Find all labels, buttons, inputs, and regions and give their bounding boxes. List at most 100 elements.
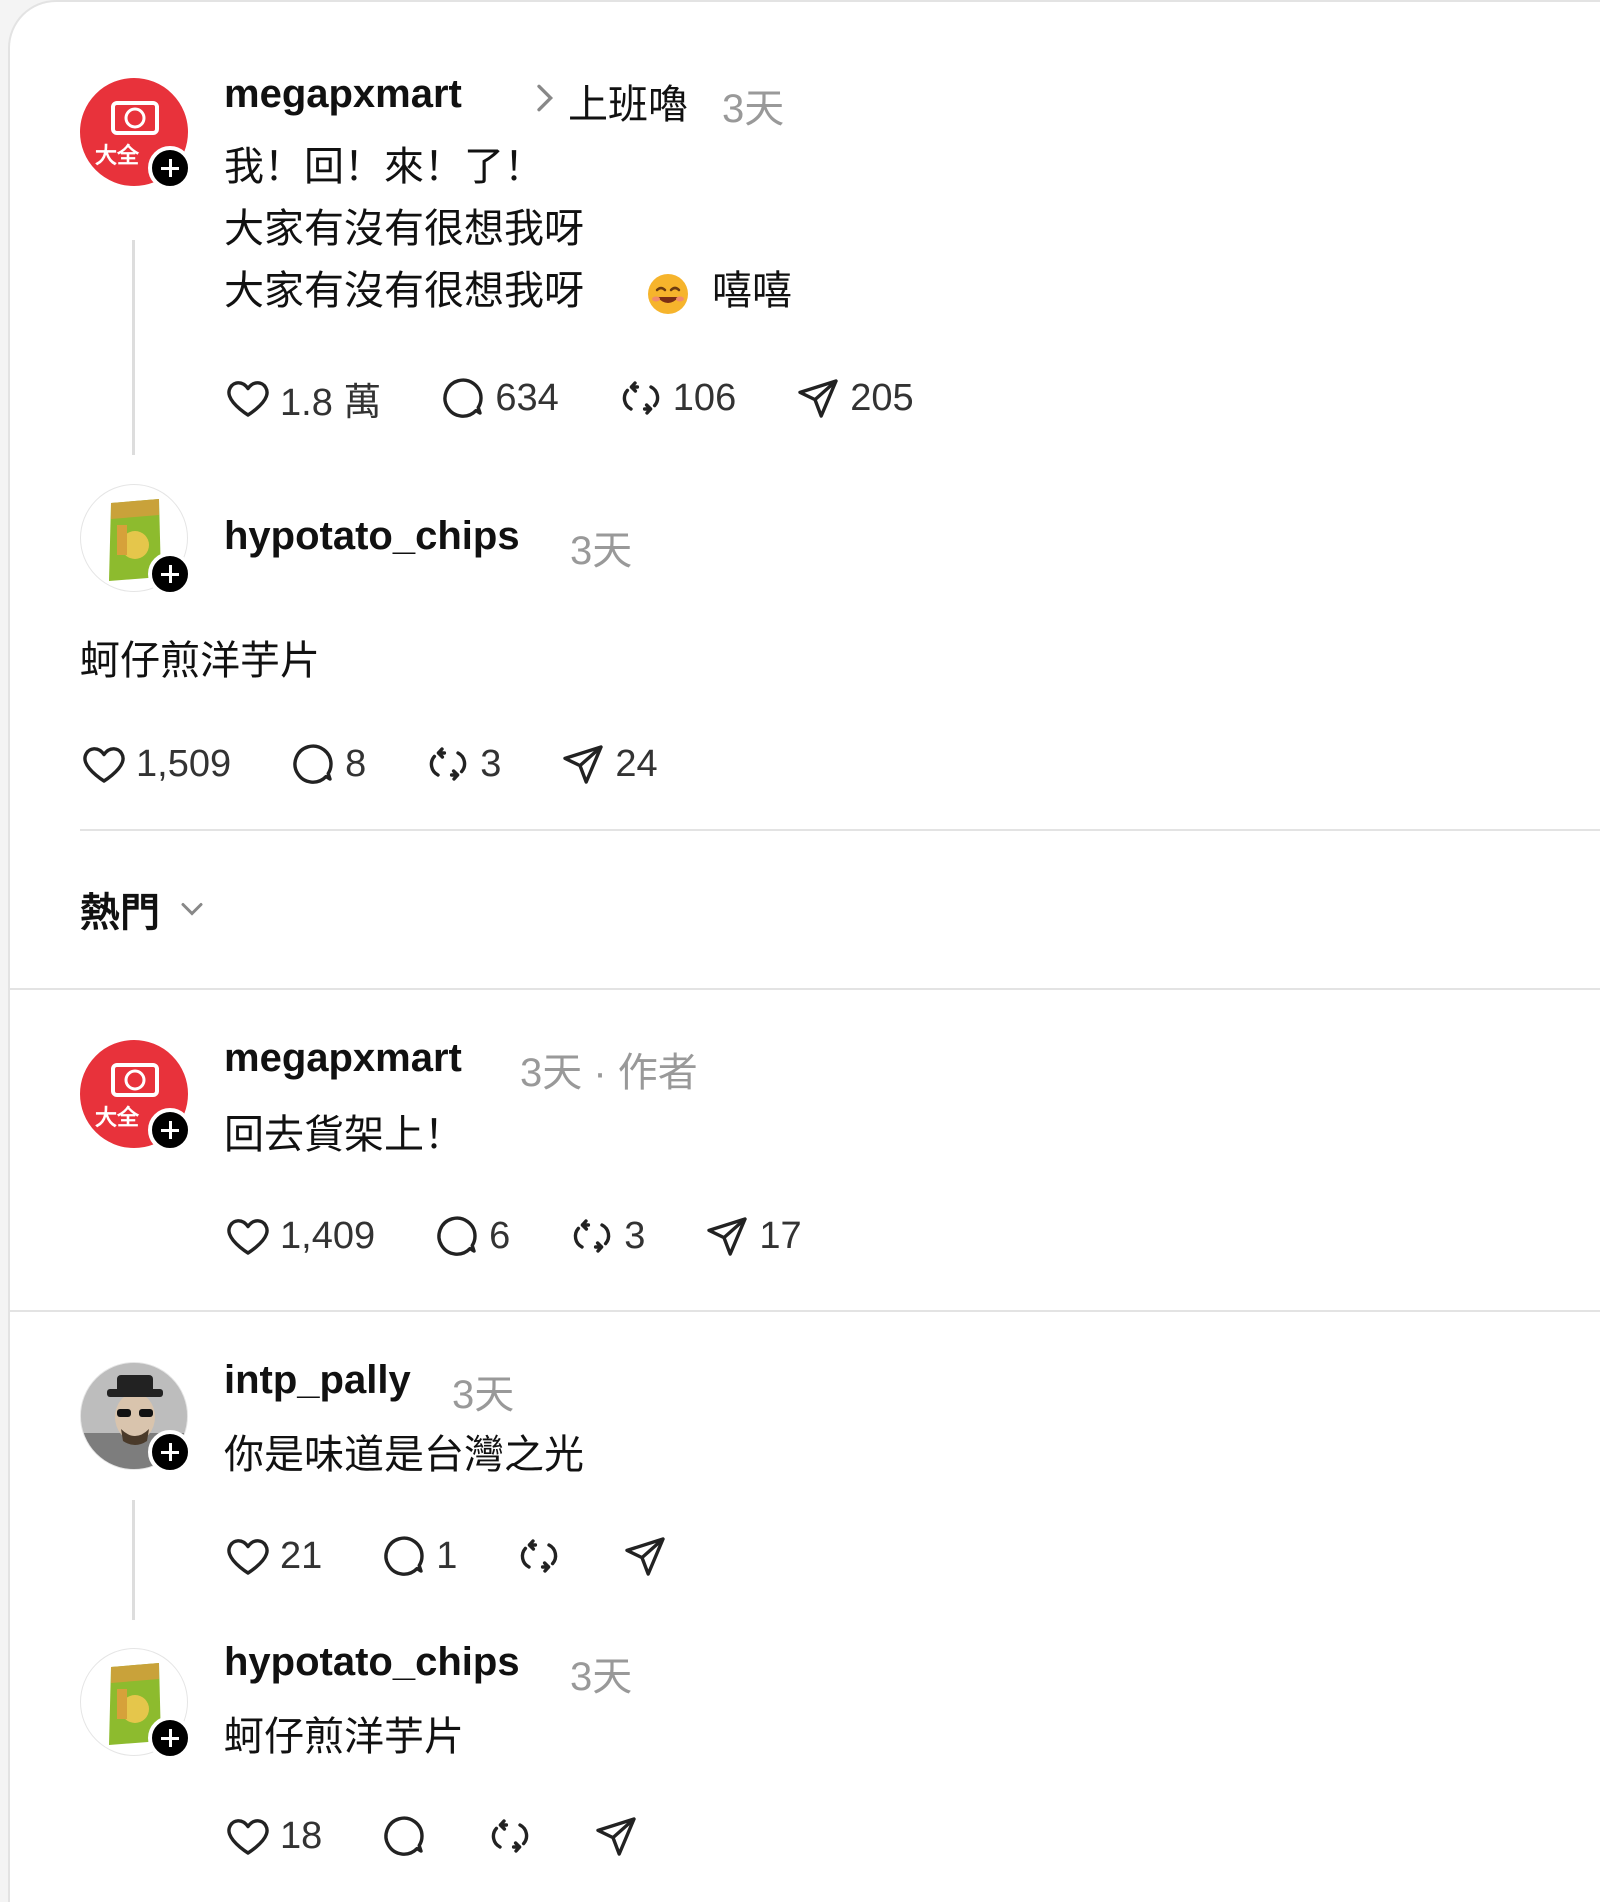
avatar-hypotato-chips[interactable] xyxy=(80,1648,192,1760)
reply-meta: 3天 · 作者 xyxy=(520,1051,698,1095)
like-count: 21 xyxy=(280,1534,323,1577)
grin-emoji-icon xyxy=(646,272,690,316)
follow-plus-icon[interactable] xyxy=(148,1430,192,1474)
comment-button[interactable] xyxy=(380,1812,428,1860)
comment-count: 1 xyxy=(436,1534,458,1577)
post-actions: 1.8 萬 634 106 205 xyxy=(224,368,972,428)
comment-icon xyxy=(380,1812,428,1860)
reply-text: 蚵仔煎洋芋片 xyxy=(224,1715,464,1759)
comment-count: 6 xyxy=(489,1214,511,1257)
reply-username[interactable]: intp_pally xyxy=(224,1358,411,1403)
reply-actions: 1,409 6 3 17 xyxy=(224,1206,860,1266)
share-button[interactable] xyxy=(592,1812,640,1860)
follow-plus-icon[interactable] xyxy=(148,1716,192,1760)
like-count: 1,409 xyxy=(280,1214,376,1257)
repost-button[interactable] xyxy=(515,1532,563,1580)
quoted-text: 蚵仔煎洋芋片 xyxy=(80,639,320,683)
like-button[interactable]: 1,509 xyxy=(80,740,231,788)
heart-icon xyxy=(224,1212,272,1260)
share-button[interactable]: 205 xyxy=(794,374,914,422)
divider xyxy=(80,829,1600,831)
reply-text: 回去貨架上！ xyxy=(224,1113,464,1157)
post-line-2: 大家有沒有很想我呀 xyxy=(224,207,584,251)
avatar-intp-pally[interactable] xyxy=(80,1362,192,1474)
thread-line xyxy=(132,1500,135,1620)
thread-line xyxy=(132,240,135,455)
comment-button[interactable]: 6 xyxy=(433,1212,510,1260)
repost-icon xyxy=(424,740,472,788)
share-count: 24 xyxy=(615,742,658,785)
comment-button[interactable]: 634 xyxy=(439,374,559,422)
sort-dropdown[interactable]: 熱門 xyxy=(80,880,210,938)
avatar-hypotato-chips[interactable] xyxy=(80,484,192,596)
share-icon xyxy=(621,1532,669,1580)
share-icon xyxy=(794,374,842,422)
heart-icon xyxy=(224,1812,272,1860)
sort-label: 熱門 xyxy=(80,891,160,935)
share-icon xyxy=(559,740,607,788)
avatar-megapxmart[interactable]: 大全 xyxy=(80,78,192,190)
quoted-time[interactable]: 3天 xyxy=(570,518,632,576)
comment-button[interactable]: 1 xyxy=(380,1532,457,1580)
reply-text: 你是味道是台灣之光 xyxy=(224,1433,584,1477)
share-icon xyxy=(703,1212,751,1260)
heart-icon xyxy=(224,1532,272,1580)
chevron-right-icon xyxy=(524,78,564,118)
post-topic[interactable]: 上班嚕 xyxy=(568,72,688,130)
repost-count: 106 xyxy=(672,376,737,419)
like-count: 1.8 萬 xyxy=(280,381,382,424)
comment-count: 8 xyxy=(345,742,367,785)
post-line-1: 我！回！來！了！ xyxy=(224,145,544,189)
svg-text:大全: 大全 xyxy=(95,1105,140,1131)
author-badge: 作者 xyxy=(617,1051,698,1095)
like-button[interactable]: 1.8 萬 xyxy=(224,371,381,426)
share-count: 17 xyxy=(759,1214,802,1257)
repost-button[interactable] xyxy=(486,1812,534,1860)
divider xyxy=(10,988,1600,990)
repost-icon xyxy=(617,374,665,422)
comment-icon xyxy=(439,374,487,422)
reply-time[interactable]: 3天 xyxy=(570,1644,632,1702)
heart-icon xyxy=(80,740,128,788)
comment-button[interactable]: 8 xyxy=(289,740,366,788)
repost-button[interactable]: 106 xyxy=(617,374,736,422)
comment-icon xyxy=(289,740,337,788)
repost-button[interactable]: 3 xyxy=(424,740,501,788)
post-line-3a: 大家有沒有很想我呀 xyxy=(224,269,584,313)
share-button[interactable]: 17 xyxy=(703,1212,802,1260)
svg-text:大全: 大全 xyxy=(95,143,140,169)
repost-button[interactable]: 3 xyxy=(568,1212,645,1260)
comment-icon xyxy=(433,1212,481,1260)
like-button[interactable]: 1,409 xyxy=(224,1212,375,1260)
reply-time[interactable]: 3天 xyxy=(520,1051,582,1095)
repost-icon xyxy=(515,1532,563,1580)
avatar-megapxmart[interactable]: 大全 xyxy=(80,1040,192,1152)
post-time[interactable]: 3天 xyxy=(722,76,784,134)
share-icon xyxy=(592,1812,640,1860)
reply-actions: 21 1 xyxy=(224,1526,727,1586)
divider xyxy=(10,1310,1600,1312)
reply-username[interactable]: hypotato_chips xyxy=(224,1640,520,1685)
comment-count: 634 xyxy=(495,376,559,419)
like-count: 1,509 xyxy=(136,742,232,785)
follow-plus-icon[interactable] xyxy=(148,552,192,596)
share-button[interactable] xyxy=(621,1532,669,1580)
like-button[interactable]: 21 xyxy=(224,1532,322,1580)
like-button[interactable]: 18 xyxy=(224,1812,322,1860)
reply-time[interactable]: 3天 xyxy=(452,1362,514,1420)
heart-icon xyxy=(224,374,272,422)
post-username[interactable]: megapxmart xyxy=(224,72,462,117)
follow-plus-icon[interactable] xyxy=(148,1108,192,1152)
follow-plus-icon[interactable] xyxy=(148,146,192,190)
quoted-username[interactable]: hypotato_chips xyxy=(224,514,520,559)
post-line-3b: 嘻嘻 xyxy=(712,269,792,313)
repost-icon xyxy=(486,1812,534,1860)
repost-count: 3 xyxy=(624,1214,646,1257)
reply-actions: 18 xyxy=(224,1806,698,1866)
share-button[interactable]: 24 xyxy=(559,740,658,788)
like-count: 18 xyxy=(280,1814,323,1857)
repost-icon xyxy=(568,1212,616,1260)
comment-icon xyxy=(380,1532,428,1580)
repost-count: 3 xyxy=(480,742,502,785)
reply-username[interactable]: megapxmart xyxy=(224,1036,462,1081)
